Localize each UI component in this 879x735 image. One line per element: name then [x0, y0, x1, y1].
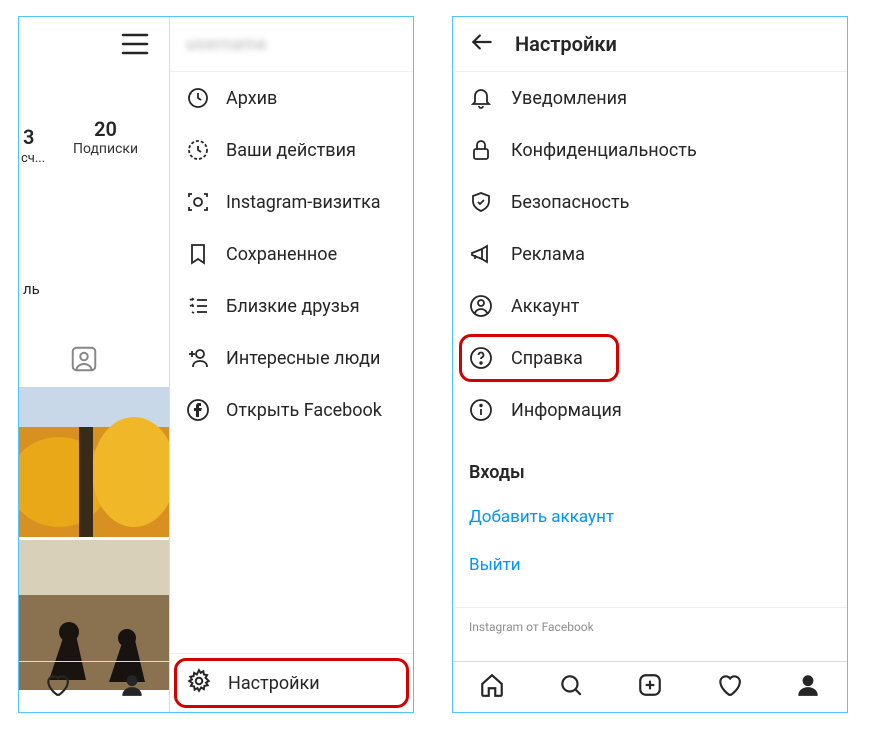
item-label: Конфиденциальность	[511, 140, 697, 161]
settings-about[interactable]: Информация	[453, 384, 847, 436]
logins-header: Входы	[453, 436, 847, 493]
username: username	[186, 34, 267, 55]
bell-icon	[469, 86, 493, 110]
menu-label: Ваши действия	[226, 140, 356, 161]
menu-label: Открыть Facebook	[226, 400, 382, 421]
add-account-link[interactable]: Добавить аккаунт	[453, 493, 847, 541]
lock-icon	[469, 138, 493, 162]
subscriptions-stat[interactable]: 20 Подписки	[73, 117, 138, 157]
item-label: Реклама	[511, 244, 585, 265]
settings-security[interactable]: Безопасность	[453, 176, 847, 228]
hamburger-icon[interactable]	[121, 33, 149, 59]
settings-account[interactable]: Аккаунт	[453, 280, 847, 332]
menu-open-facebook[interactable]: Открыть Facebook	[170, 384, 413, 436]
menu-label: Instagram-визитка	[226, 192, 381, 213]
bookmark-icon	[186, 242, 210, 266]
menu-header: username	[170, 17, 413, 72]
settings-ads[interactable]: Реклама	[453, 228, 847, 280]
menu-activity[interactable]: Ваши действия	[170, 124, 413, 176]
profile-icon[interactable]	[795, 672, 821, 702]
menu-label: Интересные люди	[226, 348, 380, 369]
profile-icon[interactable]	[119, 672, 145, 702]
bottom-nav	[453, 661, 847, 712]
help-icon	[469, 346, 493, 370]
settings-privacy[interactable]: Конфиденциальность	[453, 124, 847, 176]
right-phone: Настройки Уведомления Конфиденциальность	[452, 16, 848, 713]
menu-label: Сохраненное	[226, 244, 337, 265]
gear-icon	[186, 668, 212, 699]
close-friends-icon	[186, 294, 210, 318]
menu-label: Близкие друзья	[226, 296, 360, 317]
back-icon[interactable]	[469, 29, 495, 60]
settings-header: Настройки	[453, 17, 847, 72]
edit-profile-fragment: ль	[23, 280, 40, 298]
label-fragment: сч...	[21, 151, 45, 166]
activity-icon[interactable]	[716, 672, 742, 702]
count-fragment: 3	[23, 125, 34, 149]
left-phone: 3 сч... 20 Подписки ль	[18, 16, 414, 713]
bottom-nav-fragment	[19, 661, 169, 712]
home-icon[interactable]	[479, 672, 505, 702]
subscriptions-count: 20	[73, 117, 138, 141]
menu-nametag[interactable]: Instagram-визитка	[170, 176, 413, 228]
menu-saved[interactable]: Сохраненное	[170, 228, 413, 280]
menu-label: Архив	[226, 88, 277, 109]
settings-help[interactable]: Справка	[453, 332, 847, 384]
menu-settings[interactable]: Настройки	[170, 653, 413, 712]
megaphone-icon	[469, 242, 493, 266]
search-icon[interactable]	[558, 672, 584, 702]
item-label: Аккаунт	[511, 296, 579, 317]
tagged-tab-icon[interactable]	[69, 344, 99, 378]
page-title: Настройки	[515, 32, 617, 56]
logout-link[interactable]: Выйти	[453, 541, 847, 589]
menu-discover[interactable]: Интересные люди	[170, 332, 413, 384]
photo-thumbnail[interactable]	[19, 387, 169, 538]
settings-notifications[interactable]: Уведомления	[453, 72, 847, 124]
add-post-icon[interactable]	[637, 672, 663, 702]
subscriptions-label: Подписки	[73, 141, 138, 157]
settings-label: Настройки	[228, 673, 320, 694]
nametag-icon	[186, 190, 210, 214]
archive-icon	[186, 86, 210, 110]
discover-people-icon	[186, 346, 210, 370]
activity-icon[interactable]	[44, 672, 70, 702]
info-icon	[469, 398, 493, 422]
account-icon	[469, 294, 493, 318]
menu-close-friends[interactable]: Близкие друзья	[170, 280, 413, 332]
shield-icon	[469, 190, 493, 214]
footer-branding: Instagram от Facebook	[453, 607, 847, 634]
item-label: Уведомления	[511, 88, 627, 109]
facebook-icon	[186, 398, 210, 422]
menu-archive[interactable]: Архив	[170, 72, 413, 124]
activity-icon	[186, 138, 210, 162]
item-label: Справка	[511, 348, 583, 369]
item-label: Безопасность	[511, 192, 629, 213]
side-menu: username Архив	[169, 17, 413, 712]
item-label: Информация	[511, 400, 622, 421]
